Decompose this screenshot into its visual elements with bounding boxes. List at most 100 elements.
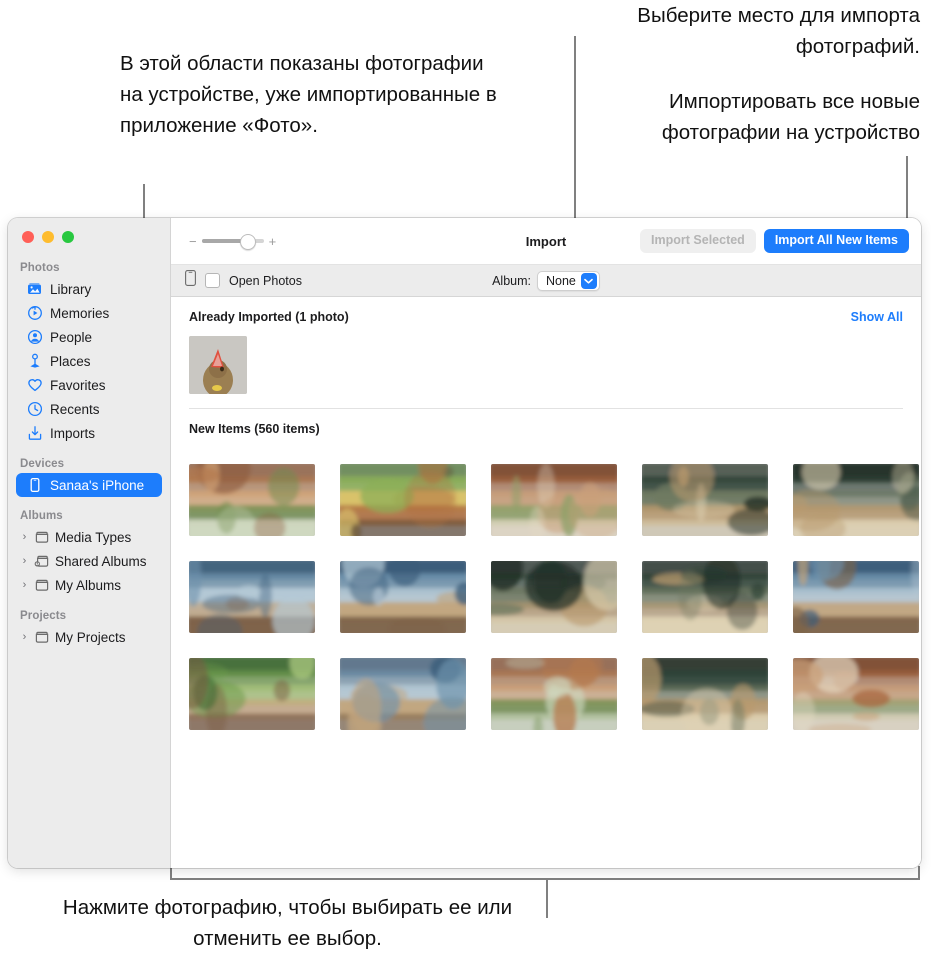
import-all-new-items-button[interactable]: Import All New Items [763, 229, 909, 253]
heart-icon [27, 377, 43, 393]
zoom-slider-fill [201, 239, 246, 243]
iphone-icon [27, 477, 43, 493]
import-selected-button[interactable]: Import Selected [640, 229, 756, 253]
new-items-title: New Items (560 items) [189, 422, 320, 436]
import-icon [27, 425, 43, 441]
chevron-right-icon[interactable]: › [20, 631, 29, 643]
sidebar-item-shared-albums[interactable]: › Shared Albums [16, 549, 162, 573]
sidebar-section-header-photos: Photos [20, 262, 60, 274]
new-item-thumbnail[interactable] [793, 561, 919, 633]
iphone-icon [185, 270, 196, 291]
new-item-thumbnail[interactable] [642, 464, 768, 536]
sidebar-item-label: My Projects [55, 629, 126, 645]
zoom-button[interactable] [62, 231, 74, 243]
open-photos-group: Open Photos [185, 270, 302, 291]
folder-icon [34, 577, 50, 593]
chevron-down-icon[interactable] [580, 272, 597, 289]
already-imported-title: Already Imported (1 photo) [189, 310, 349, 324]
bracket-bottom-left-arm [170, 866, 172, 880]
bracket-bottom-right-arm [918, 866, 920, 880]
import-options-bar: Open Photos Album: None [171, 265, 921, 297]
sidebar-item-people[interactable]: People [16, 325, 162, 349]
sidebar-item-imports[interactable]: Imports [16, 421, 162, 445]
sidebar-item-recents[interactable]: Recents [16, 397, 162, 421]
leader-line-bottom-vertical [546, 878, 548, 918]
zoom-out-icon[interactable]: − [189, 235, 197, 248]
new-item-thumbnail[interactable] [340, 658, 466, 730]
folder-icon [34, 629, 50, 645]
sidebar-item-my-projects[interactable]: › My Projects [16, 625, 162, 649]
chevron-right-icon[interactable]: › [20, 579, 29, 591]
sidebar-item-library[interactable]: Library [16, 277, 162, 301]
toolbar: − + Import Import Selected Import All Ne… [171, 218, 921, 265]
zoom-slider-track[interactable] [201, 234, 264, 250]
sidebar-item-label: Memories [50, 305, 110, 321]
new-item-thumbnail[interactable] [491, 464, 617, 536]
places-icon [27, 353, 43, 369]
new-item-thumbnail[interactable] [189, 658, 315, 730]
callout-import-all-description: Импортировать все новые фотографии на ус… [661, 90, 920, 144]
new-items-grid [189, 464, 919, 730]
callout-album-destination: Выберите место для импорта фотографий. [637, 4, 920, 58]
sidebar-item-label: Library [50, 281, 92, 297]
close-button[interactable] [22, 231, 34, 243]
sidebar-section-header-devices: Devices [20, 458, 65, 470]
sidebar-item-label: People [50, 329, 93, 345]
sidebar-section-header-albums: Albums [20, 510, 63, 522]
sidebar-item-places[interactable]: Places [16, 349, 162, 373]
new-item-thumbnail[interactable] [491, 561, 617, 633]
new-item-thumbnail[interactable] [189, 561, 315, 633]
new-item-thumbnail[interactable] [642, 658, 768, 730]
folder-icon [34, 529, 50, 545]
new-item-thumbnail[interactable] [793, 658, 919, 730]
sidebar-item-label: Favorites [50, 377, 106, 393]
sidebar-item-label: Shared Albums [55, 553, 147, 569]
sidebar-item-media-types[interactable]: › Media Types [16, 525, 162, 549]
thumbnail-zoom-slider[interactable]: − + [189, 234, 277, 250]
shared-folder-icon [34, 553, 50, 569]
sidebar-item-label: My Albums [55, 577, 122, 593]
new-item-thumbnail[interactable] [340, 464, 466, 536]
library-icon [27, 281, 43, 297]
sidebar-item-label: Media Types [55, 529, 132, 545]
import-scroll-area[interactable]: Already Imported (1 photo) Show All New … [171, 297, 921, 868]
sidebar-item-label: Imports [50, 425, 96, 441]
already-imported-thumbnails [189, 336, 903, 394]
new-item-thumbnail[interactable] [189, 464, 315, 536]
sidebar-item-my-albums[interactable]: › My Albums [16, 573, 162, 597]
chevron-right-icon[interactable]: › [20, 531, 29, 543]
chevron-right-icon[interactable]: › [20, 555, 29, 567]
sidebar-item-label: Places [50, 353, 91, 369]
bracket-bottom-spine [170, 878, 920, 880]
new-item-thumbnail[interactable] [642, 561, 768, 633]
people-icon [27, 329, 43, 345]
sidebar-item-favorites[interactable]: Favorites [16, 373, 162, 397]
new-items-header: New Items (560 items) [189, 409, 903, 436]
sidebar-item-memories[interactable]: Memories [16, 301, 162, 325]
already-imported-header: Already Imported (1 photo) Show All [189, 297, 903, 324]
open-photos-label: Open Photos [229, 273, 302, 288]
album-label: Album: [492, 273, 531, 288]
new-item-thumbnail[interactable] [793, 464, 919, 536]
callout-select-photo-description: Нажмите фотографию, чтобы выбирать ее ил… [62, 896, 513, 950]
minimize-button[interactable] [42, 231, 54, 243]
content-pane: − + Import Import Selected Import All Ne… [171, 218, 921, 868]
toolbar-actions: Import Selected Import All New Items [640, 229, 909, 253]
album-selected-value: None [546, 273, 576, 288]
memories-icon [27, 305, 43, 321]
new-item-thumbnail[interactable] [491, 658, 617, 730]
photos-app-window: Photos Library Memories People Places Fa… [8, 218, 921, 868]
zoom-slider-knob[interactable] [239, 234, 256, 250]
zoom-in-icon[interactable]: + [269, 235, 277, 248]
new-item-thumbnail[interactable] [340, 561, 466, 633]
open-photos-checkbox[interactable] [205, 273, 220, 288]
callout-left-area-description: В этой области показаны фотографии на ус… [120, 52, 497, 137]
already-imported-thumbnail[interactable] [189, 336, 247, 394]
show-all-link[interactable]: Show All [851, 310, 903, 324]
sidebar-section-header-projects: Projects [20, 610, 67, 622]
sidebar-item-sanaa-s-iphone[interactable]: Sanaa's iPhone [16, 473, 162, 497]
album-select[interactable]: None [537, 270, 600, 291]
